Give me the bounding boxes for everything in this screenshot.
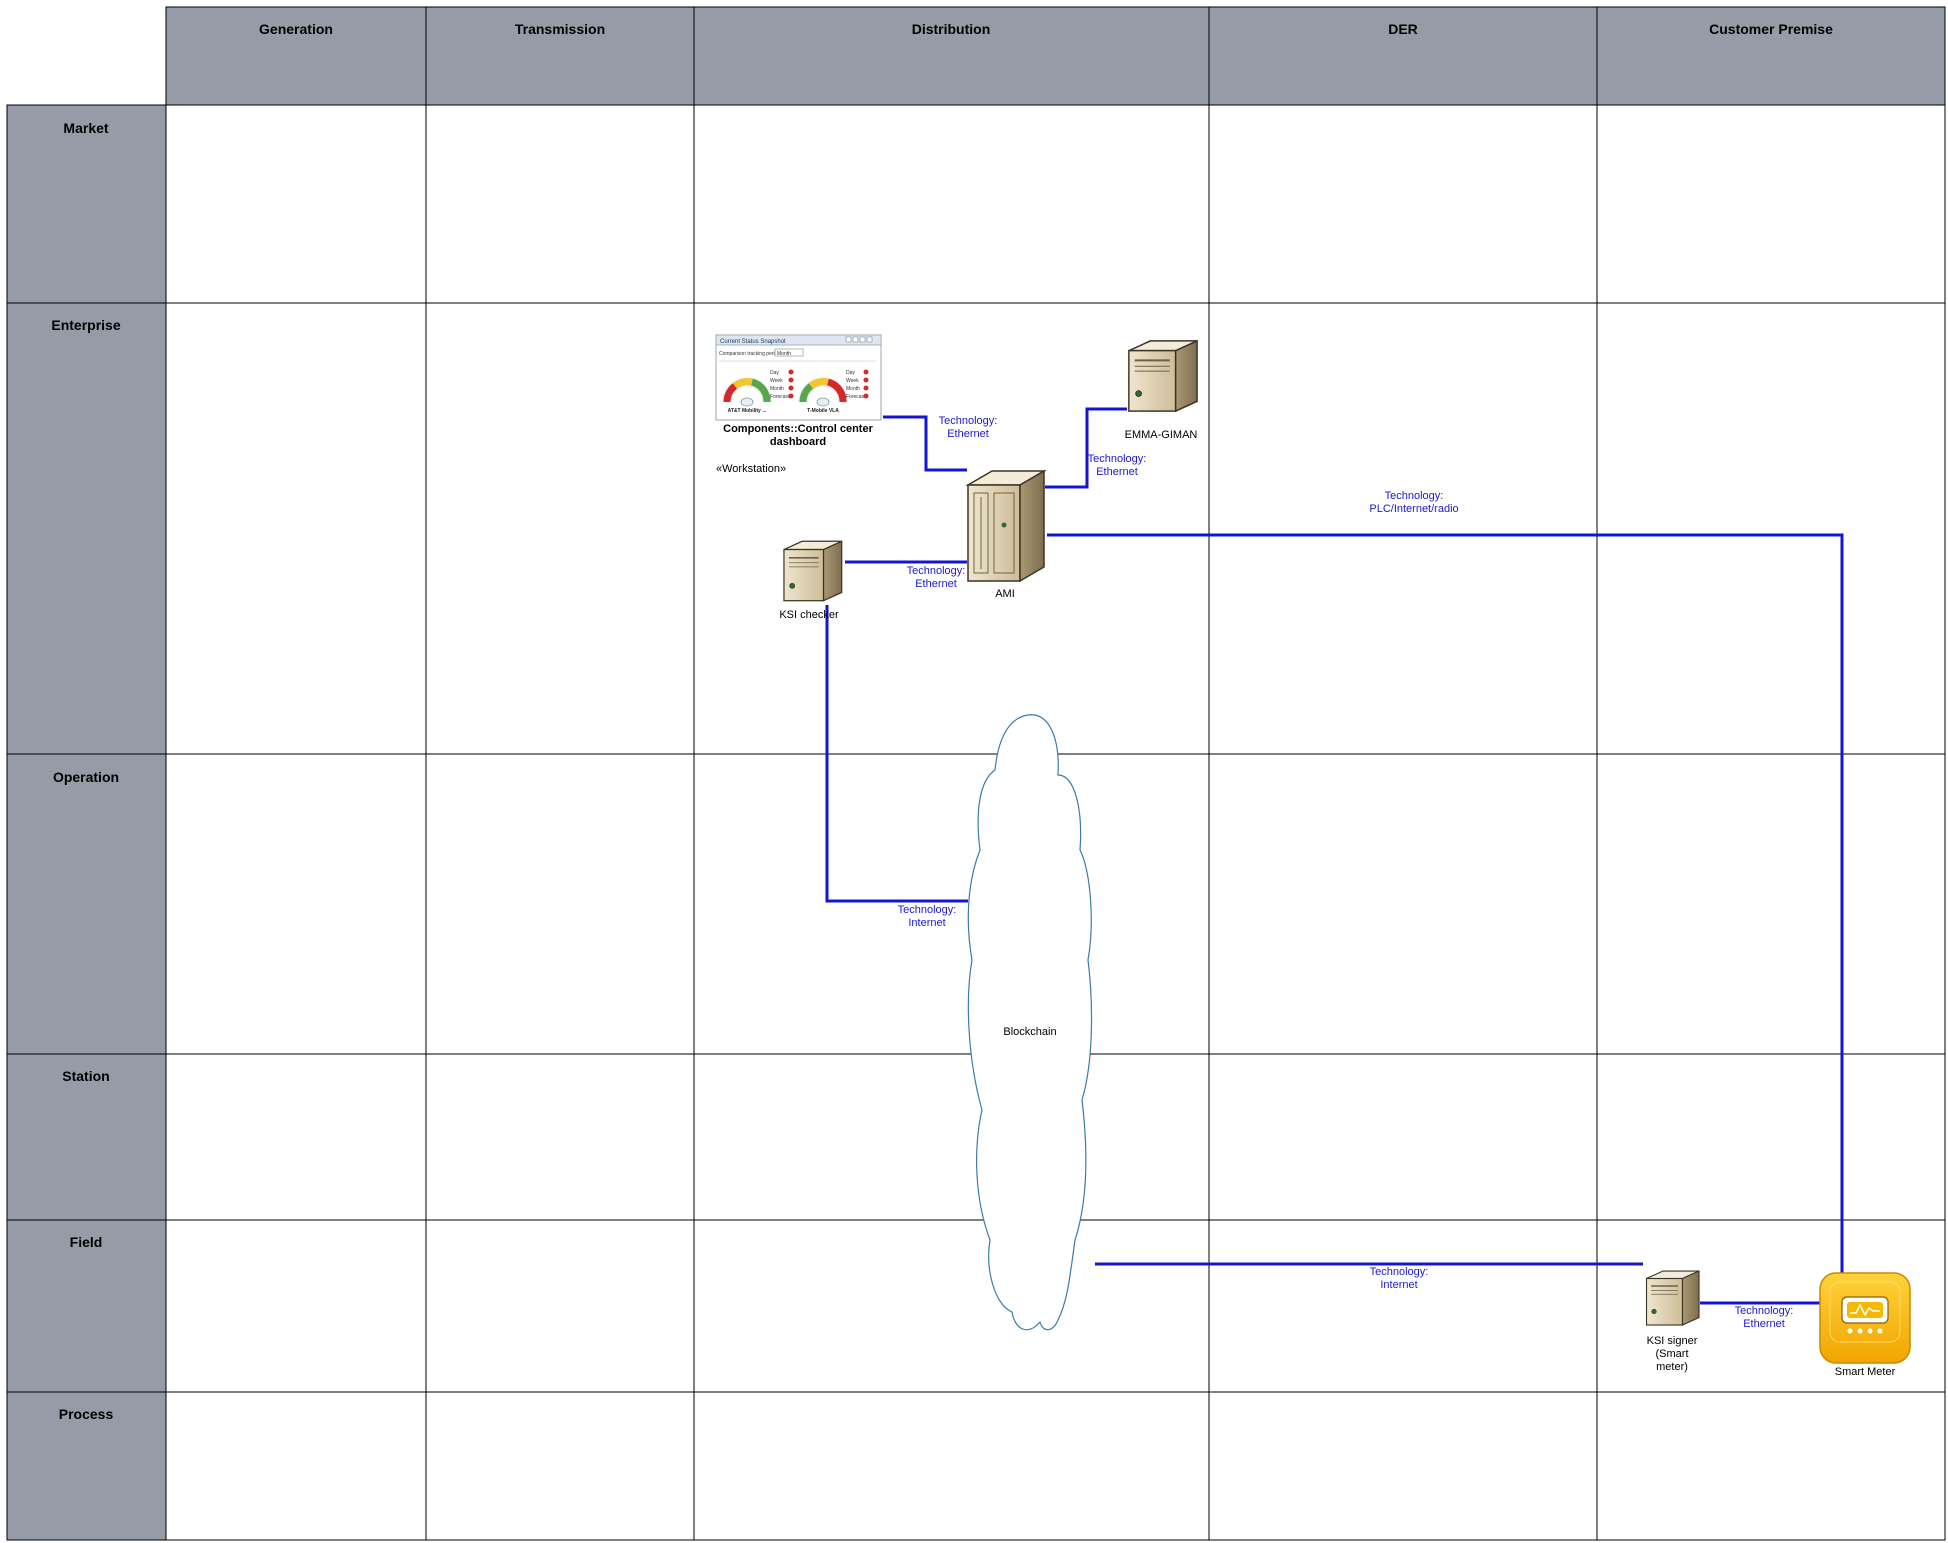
svg-text:Day: Day	[770, 370, 779, 376]
svg-text:Month: Month	[777, 351, 791, 357]
connector-label-signer-meter: Technology: Ethernet	[1735, 1305, 1794, 1330]
svg-text:Month: Month	[846, 386, 860, 392]
connector-label-ami-meter: Technology: PLC/Internet/radio	[1369, 490, 1458, 515]
connector-ami-smart-meter[interactable]	[1047, 533, 1844, 1275]
row-header-operation	[6, 753, 167, 1055]
row-header-label: Operation	[53, 769, 119, 785]
server-rack-icon	[967, 470, 1045, 582]
svg-text:Month: Month	[770, 386, 784, 392]
svg-text:Comparison tracking period: Comparison tracking period	[719, 351, 780, 357]
smart-meter-label: Smart Meter	[1835, 1366, 1896, 1378]
node-emma-giman[interactable]: EMMA-GIMAN	[1125, 339, 1199, 441]
server-icon	[783, 540, 843, 602]
node-ksi-signer[interactable]: KSI signer (Smart meter)	[1645, 1270, 1700, 1373]
dashboard-stereotype: «Workstation»	[716, 463, 786, 475]
connector-label-ksi-cloud: Technology: Internet	[898, 904, 957, 929]
column-header-label: Distribution	[912, 21, 991, 37]
cloud-icon	[967, 714, 1093, 1331]
node-control-center-dashboard[interactable]: Current Status Snapshot Comparison track…	[715, 334, 882, 475]
connector-label-ksi-ami: Technology: Ethernet	[907, 565, 966, 590]
svg-text:Week: Week	[846, 378, 859, 384]
dashboard-title: Components::Control center dashboard	[723, 423, 873, 448]
node-smart-meter[interactable]: Smart Meter	[1819, 1272, 1911, 1378]
svg-text:Week: Week	[770, 378, 783, 384]
row-header-label: Field	[70, 1234, 103, 1250]
connector-label-dash-ami: Technology: Ethernet	[939, 415, 998, 440]
connector-label-ami-emma: Technology: Ethernet	[1088, 453, 1147, 478]
smart-meter-icon	[1819, 1272, 1911, 1364]
svg-text:Forecast: Forecast	[846, 394, 866, 400]
emma-giman-label: EMMA-GIMAN	[1125, 429, 1198, 441]
svg-text:Day: Day	[846, 370, 855, 376]
svg-text:AT&T Mobility ...: AT&T Mobility ...	[728, 408, 767, 414]
ksi-signer-label: KSI signer (Smart meter)	[1647, 1335, 1698, 1373]
row-header-label: Enterprise	[51, 317, 120, 333]
ksi-checker-label: KSI checker	[779, 609, 839, 621]
column-header-label: Transmission	[515, 21, 605, 37]
server-icon	[1127, 339, 1199, 413]
smart-grid-diagram: Generation Transmission Distribution DER…	[6, 6, 1946, 1541]
row-header-label: Station	[62, 1068, 109, 1084]
ami-label: AMI	[995, 588, 1015, 600]
dashboard-gauge-icon: Current Status Snapshot Comparison track…	[715, 334, 882, 421]
column-header-label: Generation	[259, 21, 333, 37]
svg-text:T-Mobile VLA: T-Mobile VLA	[807, 408, 839, 414]
row-header-enterprise	[6, 302, 167, 755]
node-ksi-checker[interactable]: KSI checker	[779, 540, 843, 621]
connector-label-cloud-signer: Technology: Internet	[1370, 1266, 1429, 1291]
svg-text:Forecast: Forecast	[770, 394, 790, 400]
blockchain-label: Blockchain	[1003, 1026, 1056, 1038]
connector-ksi-checker-blockchain[interactable]	[825, 605, 968, 903]
svg-text:Current Status Snapshot: Current Status Snapshot	[720, 339, 786, 345]
node-blockchain[interactable]: Blockchain	[967, 714, 1093, 1331]
row-headers: Market Enterprise Operation Station Fiel…	[6, 104, 167, 1541]
row-header-label: Process	[59, 1406, 114, 1422]
column-header-label: Customer Premise	[1709, 21, 1833, 37]
server-icon	[1645, 1270, 1700, 1326]
column-header-label: DER	[1388, 21, 1418, 37]
row-header-label: Market	[63, 120, 108, 136]
node-ami[interactable]: AMI	[967, 470, 1045, 600]
column-headers: Generation Transmission Distribution DER…	[165, 6, 1946, 106]
